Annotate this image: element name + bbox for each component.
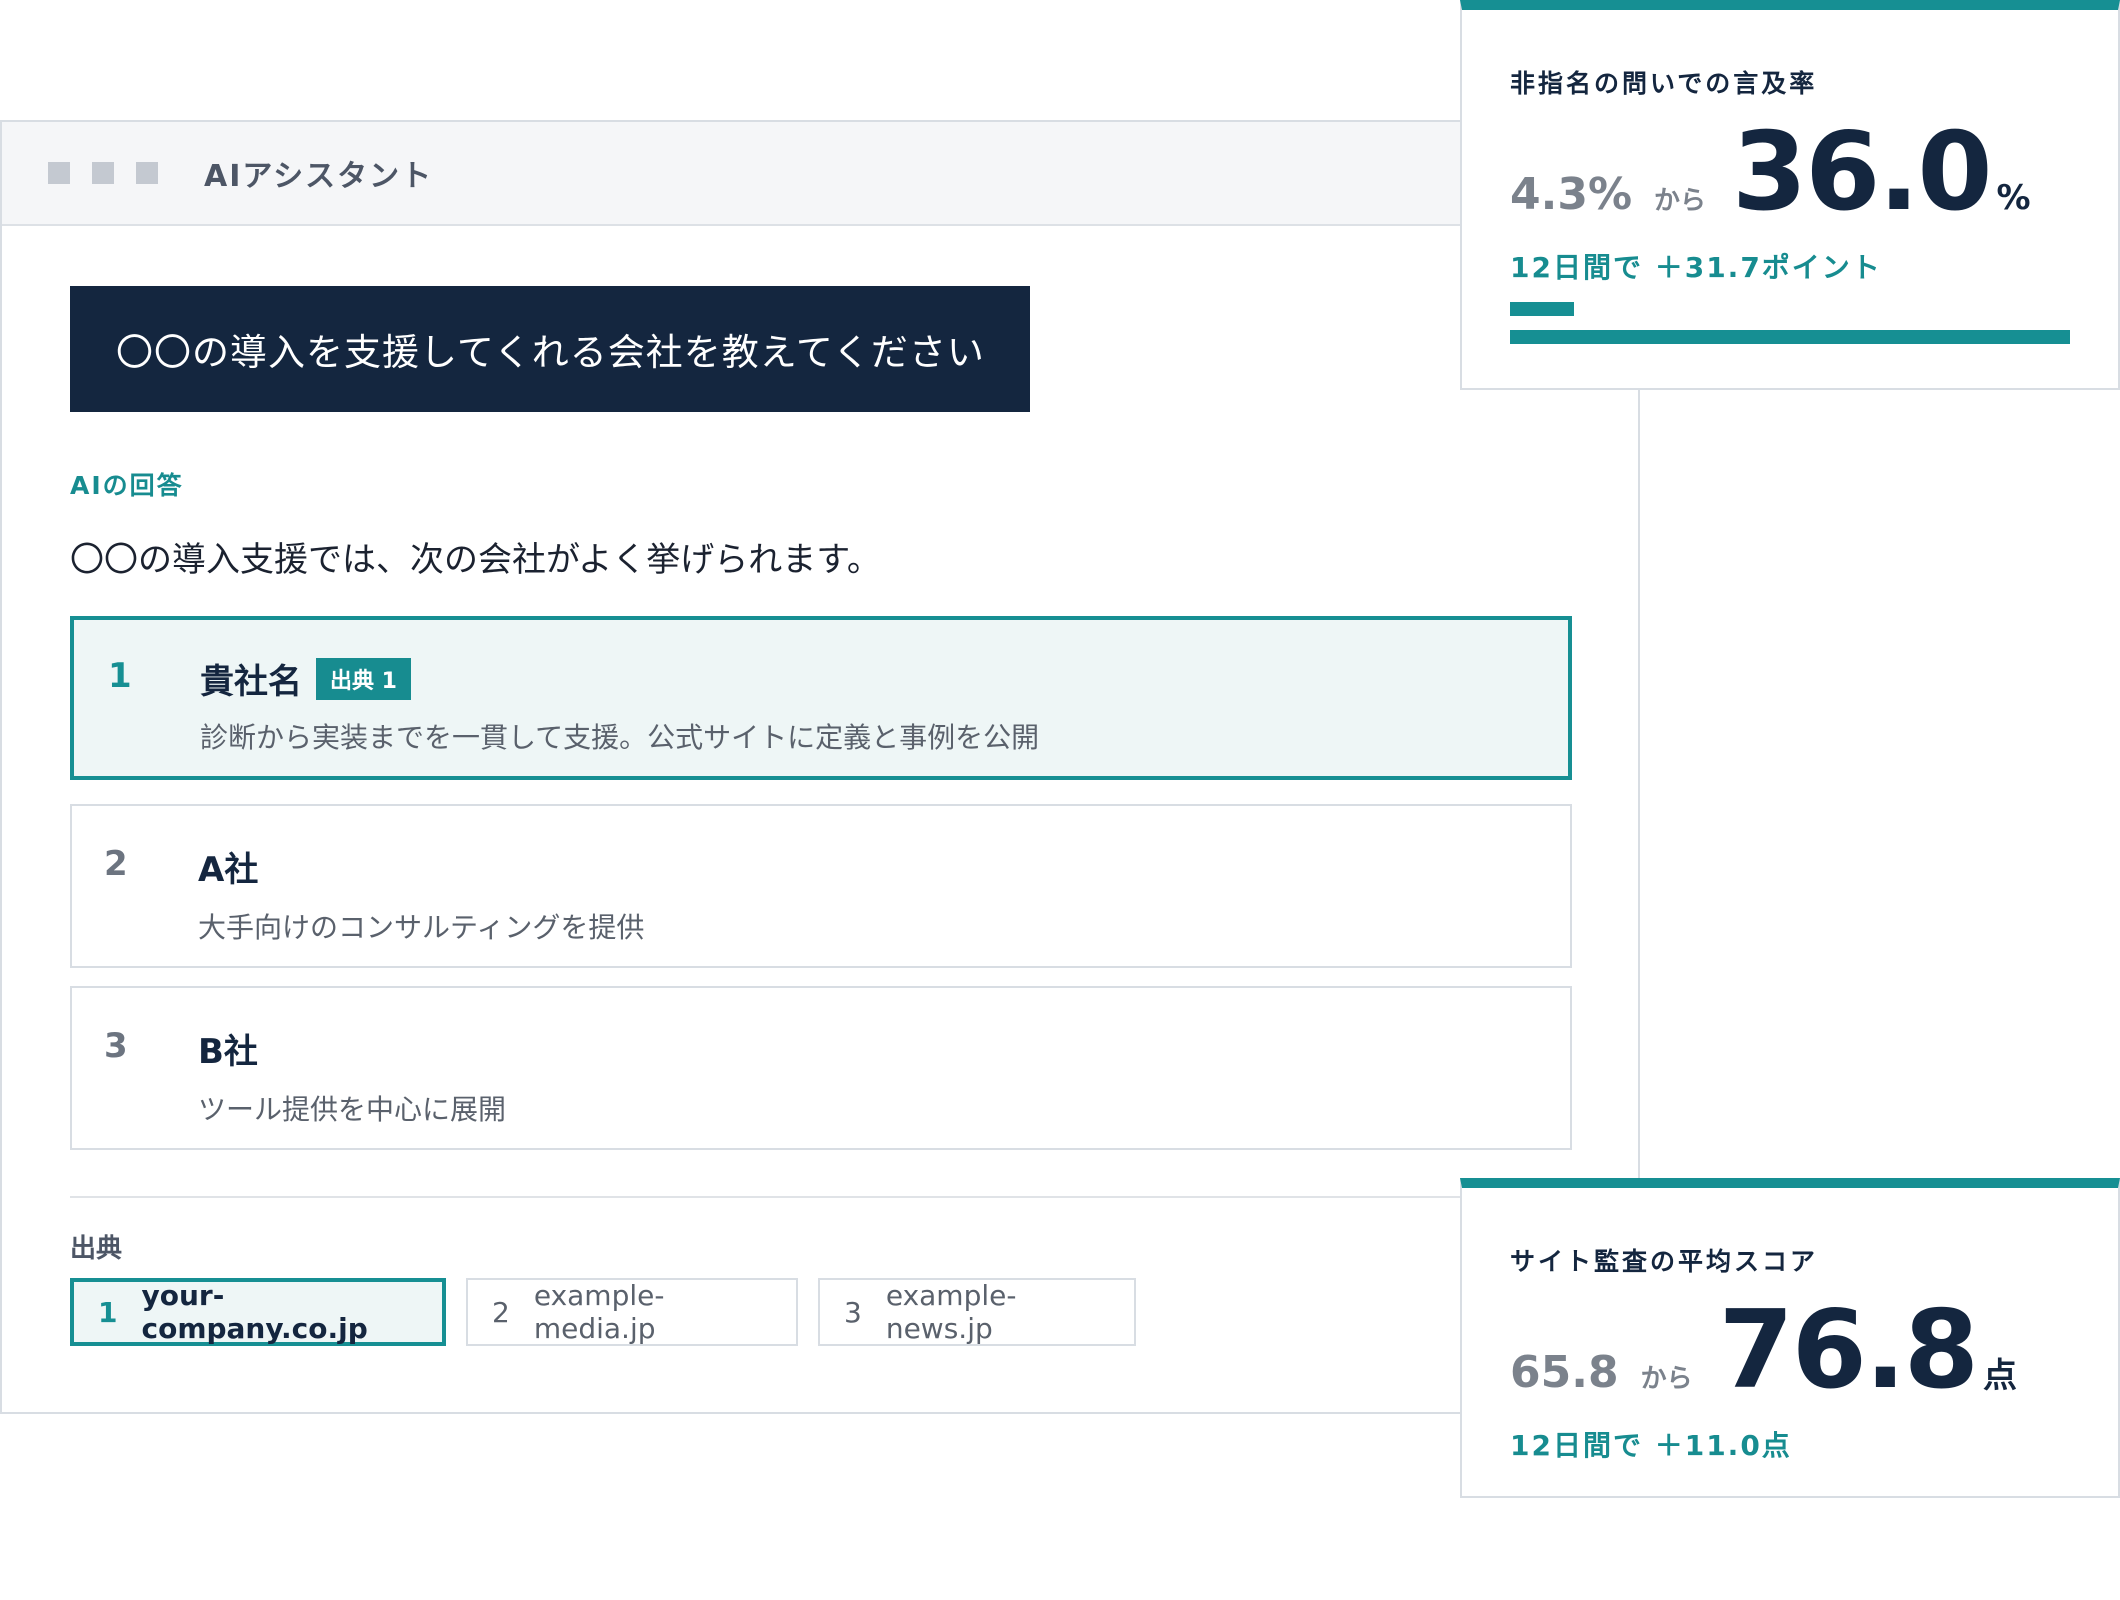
window-titlebar: AIアシスタント bbox=[2, 122, 1638, 226]
result-name-text: 貴社名 bbox=[200, 662, 302, 702]
source-domain: example-news.jp bbox=[885, 1279, 1017, 1345]
user-question: 〇〇の導入を支援してくれる会社を教えてください bbox=[70, 286, 1030, 412]
result-name: 貴社名 出典 1 bbox=[200, 654, 411, 703]
window-control-dot[interactable] bbox=[92, 162, 114, 184]
answer-label: AIの回答 bbox=[70, 471, 184, 500]
result-card-1[interactable]: 1 貴社名 出典 1 診断から実装までを一貫して支援。公式サイトに定義と事例を公… bbox=[70, 616, 1572, 780]
window-control-dot[interactable] bbox=[48, 162, 70, 184]
metric-from-connector: から bbox=[1654, 186, 1707, 216]
result-name: A社 bbox=[198, 850, 259, 890]
source-link-1[interactable]: 1 your-company.co.jp bbox=[70, 1278, 446, 1346]
metric-unit: 点 bbox=[1983, 1356, 2018, 1396]
result-description: ツール提供を中心に展開 bbox=[198, 1093, 507, 1126]
progress-bar-before bbox=[1510, 302, 1574, 316]
sources-divider bbox=[70, 1196, 1572, 1198]
metric-to-value: 36.0 bbox=[1732, 110, 1992, 235]
result-rank: 2 bbox=[104, 844, 128, 884]
ai-assistant-window: AIアシスタント 〇〇の導入を支援してくれる会社を教えてください AIの回答 〇… bbox=[0, 120, 1640, 1414]
source-number: 2 bbox=[492, 1295, 510, 1329]
metric-to-value: 76.8 bbox=[1718, 1288, 1979, 1413]
result-name: B社 bbox=[198, 1032, 258, 1072]
metric-values: 4.3% から 36.0 % bbox=[1510, 110, 2031, 235]
metric-title: 非指名の問いでの言及率 bbox=[1510, 69, 1818, 98]
metric-from-value: 65.8 bbox=[1510, 1347, 1619, 1398]
result-description: 診断から実装までを一貫して支援。公式サイトに定義と事例を公開 bbox=[200, 721, 1040, 754]
result-rank: 1 bbox=[108, 656, 132, 696]
result-rank: 3 bbox=[104, 1026, 128, 1066]
source-domain: example-media.jp bbox=[533, 1279, 665, 1345]
answer-text: 〇〇の導入支援では、次の会社がよく挙げられます。 bbox=[70, 540, 881, 580]
progress-bar-after bbox=[1510, 330, 2070, 344]
metric-values: 65.8 から 76.8 点 bbox=[1510, 1288, 2017, 1413]
source-link-2[interactable]: 2 example-media.jp bbox=[466, 1278, 798, 1346]
result-card-2[interactable]: 2 A社 大手向けのコンサルティングを提供 bbox=[70, 804, 1572, 968]
metric-unit: % bbox=[1996, 178, 2031, 218]
metric-delta: 12日間で ＋11.0点 bbox=[1510, 1429, 1792, 1462]
source-number: 1 bbox=[98, 1295, 118, 1329]
metric-card-audit-score: サイト監査の平均スコア 65.8 から 76.8 点 12日間で ＋11.0点 bbox=[1460, 1178, 2120, 1498]
metric-delta: 12日間で ＋31.7ポイント bbox=[1510, 251, 1882, 284]
stage: AIアシスタント 〇〇の導入を支援してくれる会社を教えてください AIの回答 〇… bbox=[0, 0, 2120, 1600]
metric-from-value: 4.3% bbox=[1510, 169, 1633, 220]
source-link-3[interactable]: 3 example-news.jp bbox=[818, 1278, 1136, 1346]
result-description: 大手向けのコンサルティングを提供 bbox=[198, 911, 645, 944]
source-domain: your-company.co.jp bbox=[141, 1279, 368, 1345]
metric-card-mention-rate: 非指名の問いでの言及率 4.3% から 36.0 % 12日間で ＋31.7ポイ… bbox=[1460, 0, 2120, 390]
source-number: 3 bbox=[844, 1295, 862, 1329]
source-badge[interactable]: 出典 1 bbox=[316, 657, 411, 700]
window-control-dot[interactable] bbox=[136, 162, 158, 184]
sources-label: 出典 bbox=[70, 1234, 123, 1264]
window-title: AIアシスタント bbox=[204, 159, 434, 194]
result-card-3[interactable]: 3 B社 ツール提供を中心に展開 bbox=[70, 986, 1572, 1150]
metric-title: サイト監査の平均スコア bbox=[1510, 1247, 1819, 1276]
metric-from-connector: から bbox=[1640, 1364, 1693, 1394]
